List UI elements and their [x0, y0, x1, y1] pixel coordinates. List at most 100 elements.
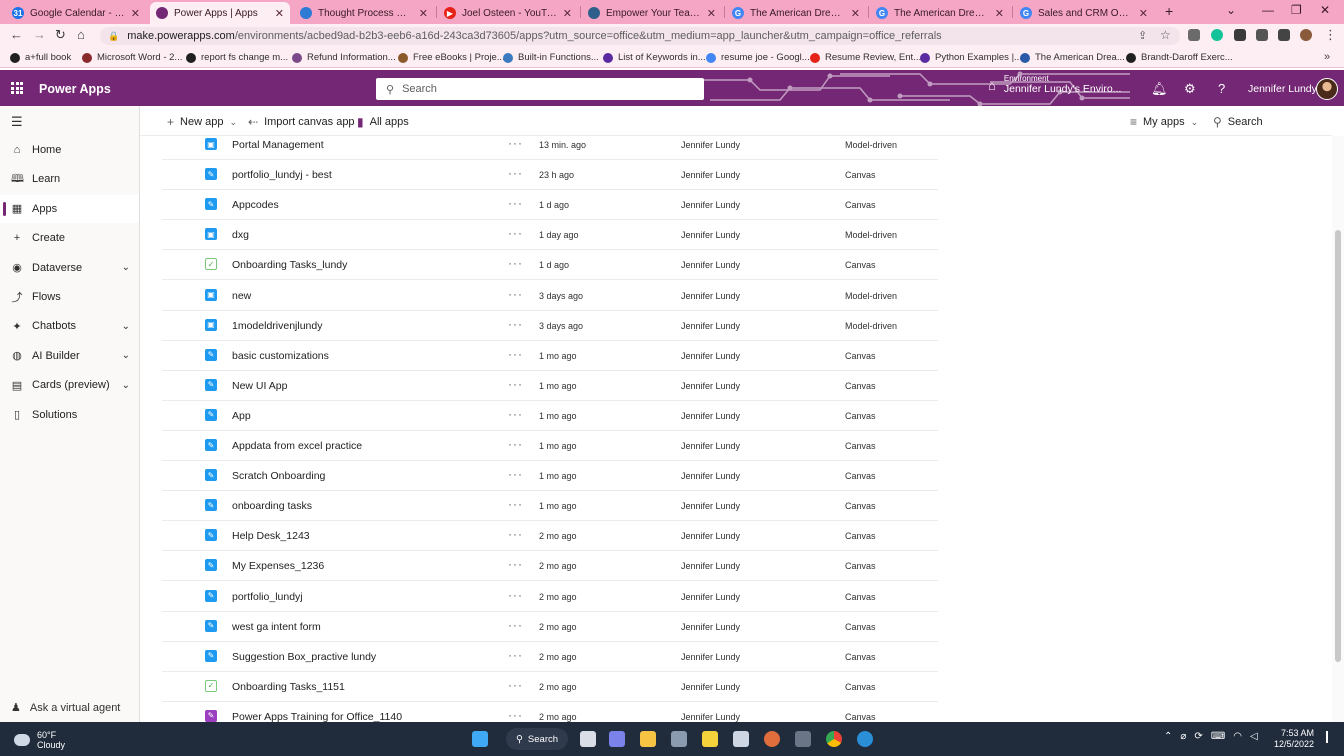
bookmark-item[interactable]: Free eBooks | Proje...	[398, 52, 505, 63]
table-row[interactable]: ✎ App ··· 1 mo ago Jennifer Lundy Canvas	[162, 401, 938, 431]
table-row[interactable]: ✎ Help Desk_1243 ··· 2 mo ago Jennifer Lundy…	[162, 521, 938, 552]
new-tab-button[interactable]: +	[1165, 3, 1173, 19]
table-row[interactable]: ✎ Power Apps Training for Office_1140 ··· 2…	[162, 702, 938, 722]
browser-menu-icon[interactable]: ⋮	[1324, 27, 1337, 43]
app-name[interactable]: App	[232, 410, 251, 422]
chevron-up-icon[interactable]: ⌃	[1164, 731, 1172, 742]
sidebar-item-chatbots[interactable]: ✦ Chatbots ⌄	[0, 312, 139, 340]
app-name[interactable]: basic customizations	[232, 350, 329, 362]
more-options-icon[interactable]: ···	[508, 226, 523, 240]
scrollbar-thumb[interactable]	[1335, 230, 1341, 662]
clock[interactable]: 7:53 AM 12/5/2022	[1274, 728, 1314, 750]
extension-icon[interactable]	[1188, 29, 1200, 41]
app-name[interactable]: Help Desk_1243	[232, 530, 310, 542]
chevron-down-icon[interactable]: ⌄	[122, 350, 130, 361]
browser-tab[interactable]: 31 Google Calendar - December ✕	[6, 2, 146, 24]
my-apps-filter[interactable]: ≡ My apps ⌄	[1130, 115, 1198, 129]
app-icon[interactable]	[733, 731, 749, 747]
file-explorer-icon[interactable]	[640, 731, 656, 747]
table-row[interactable]: ✎ New UI App ··· 1 mo ago Jennifer Lundy Canv…	[162, 371, 938, 401]
sync-icon[interactable]: ⟳	[1194, 731, 1202, 742]
app-name[interactable]: portfolio_lundyj	[232, 591, 303, 603]
chevron-down-icon[interactable]: ⌄	[122, 262, 130, 273]
tab-close-icon[interactable]: ✕	[851, 7, 860, 20]
more-options-icon[interactable]: ···	[508, 497, 523, 511]
app-icon[interactable]	[671, 731, 687, 747]
tab-search-icon[interactable]: ⌄	[1226, 3, 1236, 17]
bookmark-item[interactable]: Brandt-Daroff Exerc...	[1126, 52, 1233, 63]
more-options-icon[interactable]: ···	[508, 287, 523, 301]
table-row[interactable]: ✎ Appdata from excel practice ··· 1 mo ago J…	[162, 431, 938, 461]
forward-icon[interactable]: →	[33, 27, 46, 42]
more-options-icon[interactable]: ···	[508, 347, 523, 361]
bookmark-item[interactable]: a+full book	[10, 52, 71, 63]
more-options-icon[interactable]: ···	[508, 437, 523, 451]
bookmarks-overflow-icon[interactable]: »	[1324, 51, 1330, 63]
reload-icon[interactable]: ↻	[55, 27, 66, 43]
table-row[interactable]: ▣ dxg ··· 1 day ago Jennifer Lundy Model-driv…	[162, 220, 938, 251]
app-name[interactable]: Onboarding Tasks_1151	[232, 681, 345, 693]
keyboard-icon[interactable]: ⌨	[1211, 731, 1225, 742]
app-name[interactable]: dxg	[232, 229, 249, 241]
bookmark-item[interactable]: Microsoft Word - 2...	[82, 52, 182, 63]
restore-icon[interactable]: ❐	[1291, 3, 1302, 17]
app-name[interactable]: Suggestion Box_practive lundy	[232, 651, 376, 663]
bookmark-item[interactable]: Resume Review, Ent...	[810, 52, 921, 63]
side-panel-icon[interactable]	[1278, 29, 1290, 41]
bookmark-item[interactable]: resume joe - Googl...	[706, 52, 810, 63]
settings-gear-icon[interactable]: ⚙	[1184, 81, 1196, 97]
sidebar-item-create[interactable]: + Create	[0, 224, 139, 252]
app-name[interactable]: onboarding tasks	[232, 500, 312, 512]
bookmark-item[interactable]: The American Drea...	[1020, 52, 1125, 63]
app-name[interactable]: Onboarding Tasks_lundy	[232, 259, 347, 271]
table-row[interactable]: ✎ portfolio_lundyj ··· 2 mo ago Jennifer Lun…	[162, 582, 938, 612]
bookmark-star-icon[interactable]: ☆	[1160, 28, 1171, 42]
chrome-icon[interactable]	[826, 731, 842, 747]
windows-start-icon[interactable]	[472, 731, 488, 747]
volume-icon[interactable]: ◁	[1250, 731, 1258, 742]
more-options-icon[interactable]: ···	[508, 467, 523, 481]
bookmark-item[interactable]: report fs change m...	[186, 52, 288, 63]
browser-tab[interactable]: G The American Dream Academy ✕	[870, 2, 1010, 24]
table-row[interactable]: ✎ Scratch Onboarding ··· 1 mo ago Jennifer L…	[162, 461, 938, 492]
app-name[interactable]: new	[232, 290, 251, 302]
app-icon[interactable]	[857, 731, 873, 747]
app-name[interactable]: New UI App	[232, 380, 287, 392]
more-options-icon[interactable]: ···	[508, 196, 523, 210]
sidebar-item-cards-preview[interactable]: ▤ Cards (preview) ⌄	[0, 371, 139, 399]
chevron-down-icon[interactable]: ⌄	[122, 321, 130, 332]
table-row[interactable]: ✓ Onboarding Tasks_1151 ··· 2 mo ago Jennife…	[162, 672, 938, 702]
bookmark-item[interactable]: Built-in Functions...	[503, 52, 599, 63]
help-icon[interactable]: ?	[1218, 81, 1225, 96]
more-options-icon[interactable]: ···	[508, 256, 523, 270]
table-row[interactable]: ✎ Suggestion Box_practive lundy ··· 2 mo ag…	[162, 642, 938, 672]
more-options-icon[interactable]: ···	[508, 588, 523, 602]
browser-tab[interactable]: Thought Process EY website ✕	[294, 2, 434, 24]
table-row[interactable]: ✓ Onboarding Tasks_lundy ··· 1 d ago Jennife…	[162, 250, 938, 281]
app-launcher-icon[interactable]	[11, 82, 23, 94]
sidebar-item-learn[interactable]: 🕮 Learn	[0, 165, 139, 193]
global-search-input[interactable]: ⚲ Search	[376, 78, 704, 100]
app-name[interactable]: west ga intent form	[232, 621, 321, 633]
bookmark-item[interactable]: List of Keywords in...	[603, 52, 706, 63]
more-options-icon[interactable]: ···	[508, 678, 523, 692]
more-options-icon[interactable]: ···	[508, 377, 523, 391]
home-icon[interactable]: ⌂	[77, 27, 85, 42]
share-icon[interactable]: ⇪	[1138, 29, 1147, 42]
tab-close-icon[interactable]: ✕	[1139, 7, 1148, 20]
sidebar-item-solutions[interactable]: ▯ Solutions	[0, 401, 139, 429]
tab-close-icon[interactable]: ✕	[707, 7, 716, 20]
sidebar-item-flows[interactable]: ⤴ Flows	[0, 283, 139, 311]
sidebar-item-home[interactable]: ⌂ Home	[0, 136, 139, 164]
tab-close-icon[interactable]: ✕	[563, 7, 572, 20]
import-canvas-app-button[interactable]: ⇠ Import canvas app	[248, 115, 355, 129]
tab-close-icon[interactable]: ✕	[995, 7, 1004, 20]
weather-widget[interactable]: 60°F Cloudy	[14, 730, 65, 750]
environment-picker[interactable]: ⌂ Environment Jennifer Lundy's Enviro...	[988, 74, 1121, 96]
table-row[interactable]: ✎ Appcodes ··· 1 d ago Jennifer Lundy Canvas	[162, 190, 938, 221]
app-icon[interactable]	[795, 731, 811, 747]
app-name[interactable]: My Expenses_1236	[232, 560, 324, 572]
grammarly-icon[interactable]	[1211, 29, 1223, 41]
table-row[interactable]: ✎ basic customizations ··· 1 mo ago Jennifer…	[162, 341, 938, 371]
sticky-notes-icon[interactable]	[702, 731, 718, 747]
